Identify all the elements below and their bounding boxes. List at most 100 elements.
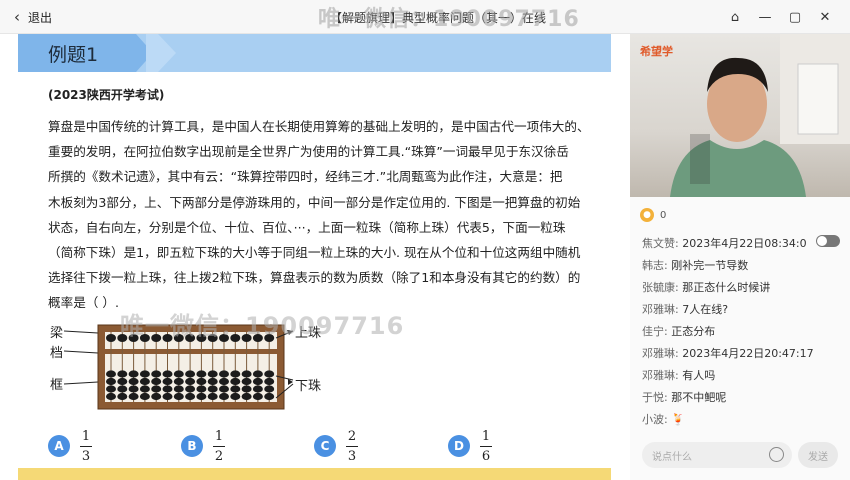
abacus-lower-bead xyxy=(106,392,116,401)
option-badge: B xyxy=(181,435,203,457)
abacus-lower-bead xyxy=(230,392,241,401)
teacher-video[interactable]: 希望学 xyxy=(630,34,850,197)
chat-message: 焦文赞: 2023年4月22日08:34:0 xyxy=(642,233,842,255)
chat-text: 刚补完一节导数 xyxy=(671,259,749,272)
chat-input[interactable]: 说点什么 xyxy=(642,442,792,468)
watermark-top: 唯一微信：190097716 xyxy=(318,7,580,32)
abacus-lower-bead xyxy=(219,385,229,393)
fraction-bar xyxy=(480,445,492,447)
abacus-lower-bead xyxy=(207,392,218,401)
chat-message: 张毓康: 那正态什么时候讲 xyxy=(642,277,842,299)
chat-message: 邓雅琳: 2023年4月22日20:47:17 xyxy=(642,343,842,365)
option-d[interactable]: D 1 6 xyxy=(448,424,492,468)
abacus-lower-bead xyxy=(128,385,139,393)
likes-counter[interactable]: ● 0 xyxy=(640,207,666,223)
fraction-denominator: 3 xyxy=(81,448,91,464)
abacus-lower-bead xyxy=(151,392,162,401)
question-line: 所撰的《数术记遗》，其中有云：“珠算控带四时，经纬三才.”北周甄鸾为此作注，大意… xyxy=(48,169,563,185)
question-line: 状态，自右向左，分别是个位、十位、百位、···，上面一粒珠（简称上珠）代表5，下… xyxy=(48,219,566,235)
option-fraction: 2 3 xyxy=(346,429,358,464)
fraction-denominator: 6 xyxy=(481,448,491,464)
abacus-lower-bead xyxy=(207,377,218,386)
chat-sender: 于悦: xyxy=(642,391,668,404)
abacus-lower-bead xyxy=(241,385,252,393)
abacus-lower-bead xyxy=(128,370,139,378)
chat-text: 正态分布 xyxy=(671,325,716,338)
abacus-lower-bead xyxy=(207,370,218,378)
abacus-lower-bead xyxy=(185,370,196,378)
abacus-lower-bead xyxy=(185,377,196,386)
chat-message: 于悦: 那不中鲃呢 xyxy=(642,387,842,409)
abacus-lower-bead xyxy=(207,385,218,393)
question-line: 重要的发明，在阿拉伯数字出现前是全世界广为使用的计算工具.“珠算”一词最早见于东… xyxy=(48,144,569,160)
abacus-lower-bead xyxy=(230,385,241,393)
banner-tab-accent xyxy=(146,34,176,72)
answer-options: A 1 3 B 1 2 C 2 3 D 1 6 xyxy=(48,424,548,468)
option-fraction: 1 2 xyxy=(213,429,225,464)
question-line: 选择往下拨一粒上珠，往上拨2粒下珠，算盘表示的数为质数（除了1和本身没有其它的约… xyxy=(48,270,581,286)
fraction-denominator: 3 xyxy=(347,448,357,464)
question-heading: 例题1 xyxy=(48,44,99,66)
abacus-lower-bead xyxy=(241,377,252,386)
abacus-lower-bead xyxy=(196,377,207,386)
pin-icon[interactable]: ⌂ xyxy=(720,6,750,28)
abacus-upper-bead xyxy=(106,334,116,342)
abacus-lower-bead xyxy=(106,370,116,378)
abacus-lower-bead xyxy=(162,385,173,393)
option-a[interactable]: A 1 3 xyxy=(48,424,92,468)
question-line: （简称下珠）是1，即五粒下珠的大小等于同组一粒上珠的大小. 现在从个位和十位这两… xyxy=(48,245,581,261)
chevron-left-icon: ‹ xyxy=(14,8,20,26)
chat-message: 韩志: 刚补完一节导数 xyxy=(642,255,842,277)
option-b[interactable]: B 1 2 xyxy=(181,424,225,468)
likes-count: 0 xyxy=(660,209,667,221)
abacus-lower-bead xyxy=(196,385,207,393)
abacus-lower-bead xyxy=(139,370,150,378)
option-fraction: 1 6 xyxy=(480,429,492,464)
brand-logo: 希望学 xyxy=(640,45,673,58)
abacus-lower-bead xyxy=(173,370,184,378)
chat-message: 邓雅琳: 有人吗 xyxy=(642,365,842,387)
abacus-lower-bead xyxy=(241,392,252,401)
fraction-denominator: 2 xyxy=(214,448,224,464)
minimize-icon[interactable]: — xyxy=(750,6,780,28)
abacus-lower-bead xyxy=(151,385,162,393)
watermark-middle: 唯一微信：190097716 xyxy=(120,312,405,340)
abacus-lower-bead xyxy=(252,377,263,386)
emoji-icon[interactable] xyxy=(769,447,784,462)
close-icon[interactable]: ✕ xyxy=(810,6,840,28)
abacus-lower-bead xyxy=(264,377,275,386)
abacus-lower-bead xyxy=(185,392,196,401)
chat-input-row: 说点什么 发送 xyxy=(642,442,842,468)
coin-icon: ● xyxy=(640,208,654,222)
send-button[interactable]: 发送 xyxy=(798,442,838,468)
abacus-lower-bead xyxy=(252,385,263,393)
abacus-lower-bead xyxy=(106,377,116,386)
question-source: (2023陕西开学考试) xyxy=(48,88,165,102)
abacus-lower-bead xyxy=(173,385,184,393)
option-c[interactable]: C 2 3 xyxy=(314,424,358,468)
window-controls: ⌂ — ▢ ✕ xyxy=(720,6,840,28)
chat-text: 那不中鲃呢 xyxy=(671,391,727,404)
abacus-lower-bead xyxy=(128,377,139,386)
abacus-lower-bead xyxy=(106,385,116,393)
abacus-lower-bead xyxy=(196,370,207,378)
chat-sender: 焦文赞: xyxy=(642,237,679,250)
abacus-label-lower: 下珠 xyxy=(295,379,322,394)
exit-button[interactable]: ‹ 退出 xyxy=(14,8,52,26)
abacus-lower-bead xyxy=(230,377,241,386)
abacus-lower-bead xyxy=(117,377,128,386)
slide-footer-bar xyxy=(18,468,611,480)
abacus-lower-bead xyxy=(230,370,241,378)
abacus-lower-bead xyxy=(139,377,150,386)
chat-sender: 小波: xyxy=(642,413,668,426)
chat-sender: 邓雅琳: xyxy=(642,303,679,316)
abacus-lower-bead xyxy=(151,377,162,386)
abacus-lower-bead xyxy=(264,370,275,378)
maximize-icon[interactable]: ▢ xyxy=(780,6,810,28)
fraction-numerator: 1 xyxy=(481,428,491,444)
abacus-lower-bead xyxy=(196,392,207,401)
abacus-lower-bead xyxy=(117,370,128,378)
question-line: 木板刻为3部分，上、下两部分是停游珠用的，中间一部分是作定位用的. 下图是一把算… xyxy=(48,194,581,210)
chat-sender: 佳宁: xyxy=(642,325,668,338)
chat-message: 佳宁: 正态分布 xyxy=(642,321,842,343)
